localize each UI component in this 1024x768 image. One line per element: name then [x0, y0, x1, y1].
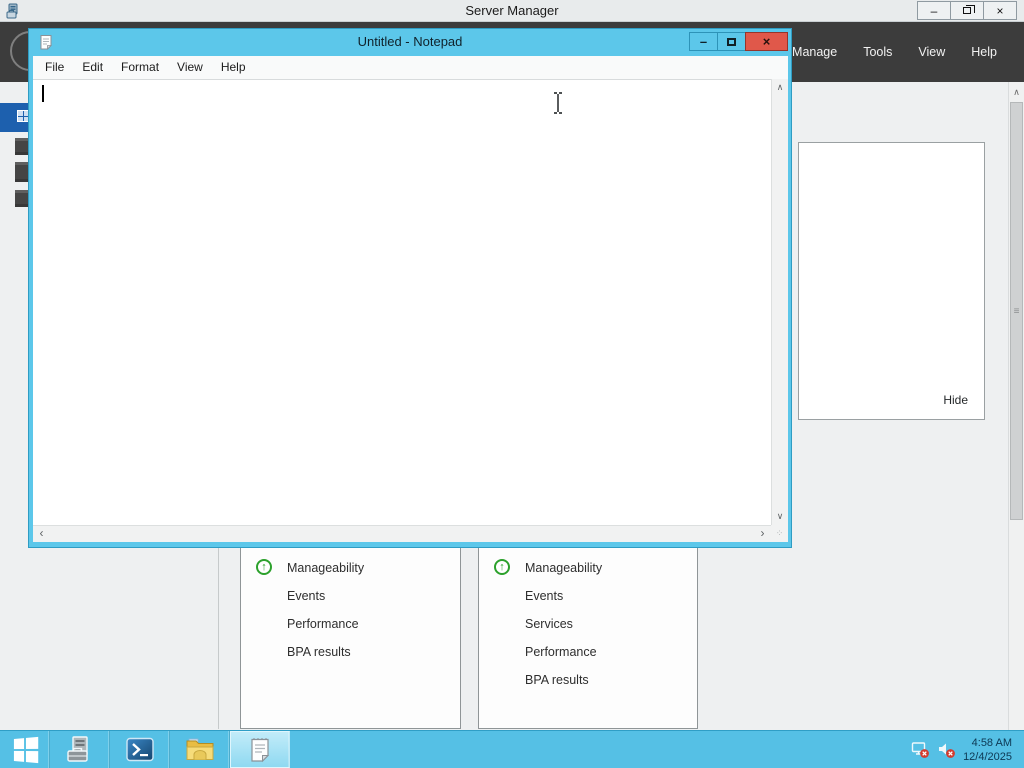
menu-format[interactable]: Format: [112, 56, 168, 79]
np-minimize-button[interactable]: –: [689, 32, 718, 51]
desktop: Server Manager – × Manage Tools View Hel…: [0, 0, 1024, 768]
resize-grip-icon: ⁘: [775, 528, 784, 538]
taskbar: 4:58 AM 12/4/2025: [0, 730, 1024, 768]
tile-row-bpa-results[interactable]: BPA results: [479, 666, 697, 694]
menu-view[interactable]: View: [168, 56, 212, 79]
scroll-up-icon[interactable]: ∧: [772, 80, 788, 95]
clock-date: 12/4/2025: [963, 751, 1012, 763]
start-button[interactable]: [0, 731, 50, 768]
menu-help[interactable]: Help: [958, 39, 1010, 65]
tile-row-performance[interactable]: Performance: [241, 610, 460, 638]
powershell-icon: [125, 737, 154, 762]
tile-row-bpa-results[interactable]: BPA results: [241, 638, 460, 666]
server-manager-menubar: Manage Tools View Help: [779, 22, 1010, 82]
scroll-right-icon[interactable]: ›: [755, 526, 770, 542]
system-tray: 4:58 AM 12/4/2025: [911, 731, 1024, 768]
notepad-titlebar[interactable]: Untitled - Notepad – ×: [29, 29, 791, 56]
menu-edit[interactable]: Edit: [73, 56, 112, 79]
close-icon: ×: [762, 34, 771, 49]
tile-row-label: Events: [525, 589, 564, 603]
taskbar-powershell-button[interactable]: [110, 731, 170, 768]
clock-time: 4:58 AM: [971, 737, 1012, 749]
minimize-icon: –: [699, 34, 708, 49]
notepad-hscrollbar[interactable]: ‹ ›: [33, 525, 771, 542]
hide-button[interactable]: Hide: [943, 393, 968, 407]
scroll-left-icon[interactable]: ‹: [34, 526, 49, 542]
notepad-icon: [247, 737, 273, 763]
tile-row-performance[interactable]: Performance: [479, 638, 697, 666]
tile-row-label: Services: [525, 617, 573, 631]
notepad-window: Untitled - Notepad – × File Edit Format …: [28, 28, 792, 548]
scroll-down-icon[interactable]: ∨: [772, 509, 788, 524]
welcome-panel: Hide: [798, 142, 985, 420]
text-caret: [42, 85, 44, 102]
taskbar-server-manager-button[interactable]: [50, 731, 110, 768]
status-up-icon: ↑: [494, 559, 510, 575]
notepad-menubar: File Edit Format View Help: [33, 56, 788, 79]
menu-view[interactable]: View: [905, 39, 958, 65]
menu-tools[interactable]: Tools: [850, 39, 905, 65]
thumb-grip-icon: ≡: [1013, 305, 1020, 317]
nav-item-icon[interactable]: [15, 190, 28, 207]
notepad-vscrollbar[interactable]: ∧ ∨: [771, 79, 788, 525]
tile-row-events[interactable]: Events: [241, 582, 460, 610]
menu-file[interactable]: File: [36, 56, 73, 79]
tile-row-label: Manageability: [525, 561, 603, 575]
file-explorer-icon: [185, 737, 215, 762]
nav-item-icon[interactable]: [15, 138, 28, 155]
windows-logo-icon: [13, 736, 38, 763]
dashboard-tile: ↑ Manageability Events Performance BPA r…: [240, 547, 461, 729]
network-status-icon[interactable]: [911, 741, 930, 759]
taskbar-notepad-button[interactable]: [230, 731, 290, 768]
np-close-button[interactable]: ×: [745, 32, 788, 51]
minimize-icon: –: [930, 3, 938, 18]
restore-icon: [963, 5, 975, 14]
tile-row-manageability[interactable]: ↑ Manageability: [241, 554, 460, 582]
tile-row-label: BPA results: [525, 673, 589, 687]
np-maximize-button[interactable]: [717, 32, 746, 51]
notepad-editor[interactable]: [33, 79, 771, 525]
volume-status-icon[interactable]: [937, 741, 956, 759]
tile-row-label: Performance: [525, 645, 597, 659]
main-scrollbar[interactable]: ∧ ≡: [1008, 82, 1024, 730]
nav-item-icon[interactable]: [15, 162, 28, 182]
maximize-icon: [727, 37, 736, 46]
resize-grip[interactable]: ⁘: [771, 525, 788, 542]
sm-minimize-button[interactable]: –: [917, 1, 951, 20]
dashboard-tile: ↑ Manageability Events Services Performa…: [478, 547, 698, 729]
menu-help[interactable]: Help: [212, 56, 255, 79]
scroll-up-icon[interactable]: ∧: [1009, 85, 1024, 99]
taskbar-clock[interactable]: 4:58 AM 12/4/2025: [963, 736, 1012, 764]
taskbar-file-explorer-button[interactable]: [170, 731, 230, 768]
tile-row-label: Events: [287, 589, 326, 603]
notepad-window-controls: – ×: [689, 32, 788, 51]
tile-row-label: Manageability: [287, 561, 365, 575]
notepad-window-title: Untitled - Notepad: [357, 34, 463, 49]
tile-row-label: Performance: [287, 617, 359, 631]
server-manager-icon: [65, 735, 95, 764]
tile-row-services[interactable]: Services: [479, 610, 697, 638]
sm-close-button[interactable]: ×: [983, 1, 1017, 20]
server-manager-window-controls: – ×: [917, 1, 1017, 20]
tile-row-manageability[interactable]: ↑ Manageability: [479, 554, 697, 582]
server-manager-titlebar: Server Manager – ×: [0, 0, 1024, 22]
mouse-cursor-ibeam: [551, 91, 565, 115]
pane-divider: [218, 548, 219, 729]
server-manager-window-title: Server Manager: [465, 3, 559, 18]
tile-row-events[interactable]: Events: [479, 582, 697, 610]
status-up-icon: ↑: [256, 559, 272, 575]
close-icon: ×: [996, 3, 1004, 18]
scrollbar-thumb[interactable]: ≡: [1010, 102, 1023, 520]
sm-restore-button[interactable]: [950, 1, 984, 20]
tile-row-label: BPA results: [287, 645, 351, 659]
